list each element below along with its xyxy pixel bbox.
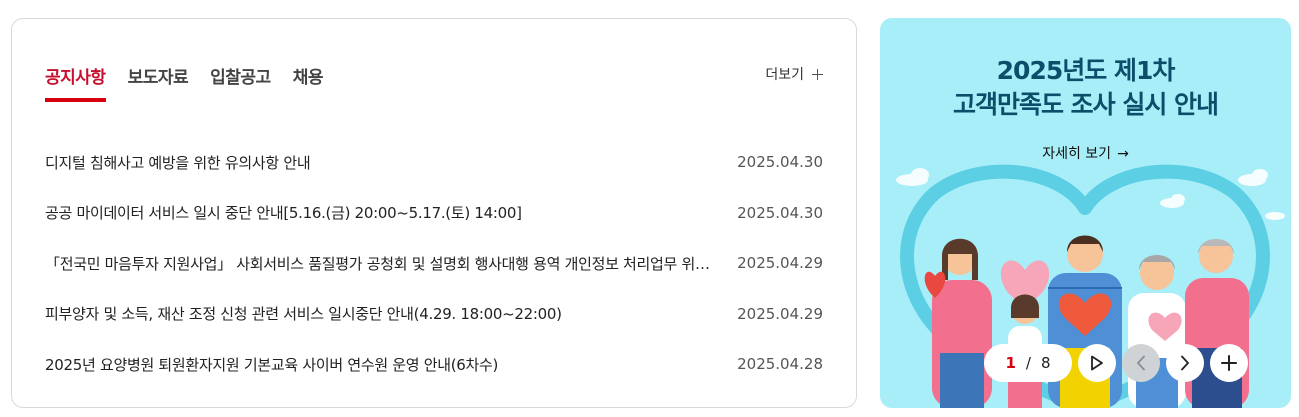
banner-title-line2: 고객만족도 조사 실시 안내 [952,90,1219,119]
expand-button[interactable] [1210,344,1248,382]
notice-list: 디지털 침해사고 예방을 위한 유의사항 안내 2025.04.30 공공 마이… [45,137,823,390]
plus-icon [812,68,823,80]
prev-button[interactable] [1122,344,1160,382]
banner-title: 2025년도 제1차 고객만족도 조사 실시 안내 [880,54,1291,122]
banner-title-line1: 2025년도 제1차 [996,56,1176,85]
item-title[interactable]: 피부양자 및 소득, 재산 조정 신청 관련 서비스 일시중단 안내(4.29.… [45,303,562,324]
chevron-left-icon [1136,355,1145,371]
notice-tabs: 공지사항 보도자료 입찰공고 채용 [45,63,345,102]
list-item[interactable]: 피부양자 및 소득, 재산 조정 신청 관련 서비스 일시중단 안내(4.29.… [45,289,823,340]
list-item[interactable]: 「전국민 마음투자 지원사업」 사회서비스 품질평가 공청회 및 설명회 행사대… [45,238,823,289]
chevron-right-icon [1181,355,1190,371]
slide-pager: 1 / 8 [984,344,1072,382]
plus-icon [1221,355,1237,371]
item-date: 2025.04.29 [737,254,823,273]
tab-notice[interactable]: 공지사항 [45,63,106,102]
item-date: 2025.04.30 [737,153,823,172]
detail-label: 자세히 보기 [1042,146,1112,162]
list-item[interactable]: 디지털 침해사고 예방을 위한 유의사항 안내 2025.04.30 [45,137,823,188]
detail-link[interactable]: 자세히 보기 → [880,143,1291,163]
tab-recruitment[interactable]: 채용 [293,63,324,98]
more-label: 더보기 [765,67,804,83]
item-title[interactable]: 「전국민 마음투자 지원사업」 사회서비스 품질평가 공청회 및 설명회 행사대… [45,253,715,274]
play-icon [1091,355,1103,371]
list-item[interactable]: 2025년 요양병원 퇴원환자지원 기본교육 사이버 연수원 운영 안내(6차수… [45,339,823,390]
play-button[interactable] [1078,344,1116,382]
promo-banner[interactable]: 2025년도 제1차 고객만족도 조사 실시 안내 자세히 보기 → 1 / 8 [880,18,1291,408]
pager-separator: / [1025,354,1031,372]
tab-bid-notice[interactable]: 입찰공고 [210,63,271,98]
next-button[interactable] [1166,344,1204,382]
total-slides: 8 [1040,354,1051,372]
tab-press-release[interactable]: 보도자료 [128,63,189,98]
item-title[interactable]: 2025년 요양병원 퇴원환자지원 기본교육 사이버 연수원 운영 안내(6차수… [45,354,498,375]
notice-panel: 공지사항 보도자료 입찰공고 채용 더보기 디지털 침해사고 예방을 위한 유의… [11,18,857,408]
more-link[interactable]: 더보기 [765,64,823,84]
item-title[interactable]: 디지털 침해사고 예방을 위한 유의사항 안내 [45,152,310,173]
list-item[interactable]: 공공 마이데이터 서비스 일시 중단 안내[5.16.(금) 20:00~5.1… [45,188,823,239]
item-date: 2025.04.28 [737,355,823,374]
banner-controls: 1 / 8 [984,343,1248,383]
item-title[interactable]: 공공 마이데이터 서비스 일시 중단 안내[5.16.(금) 20:00~5.1… [45,202,522,223]
current-slide: 1 [1005,354,1016,372]
item-date: 2025.04.29 [737,304,823,323]
arrow-right-icon: → [1117,146,1129,162]
item-date: 2025.04.30 [737,203,823,222]
